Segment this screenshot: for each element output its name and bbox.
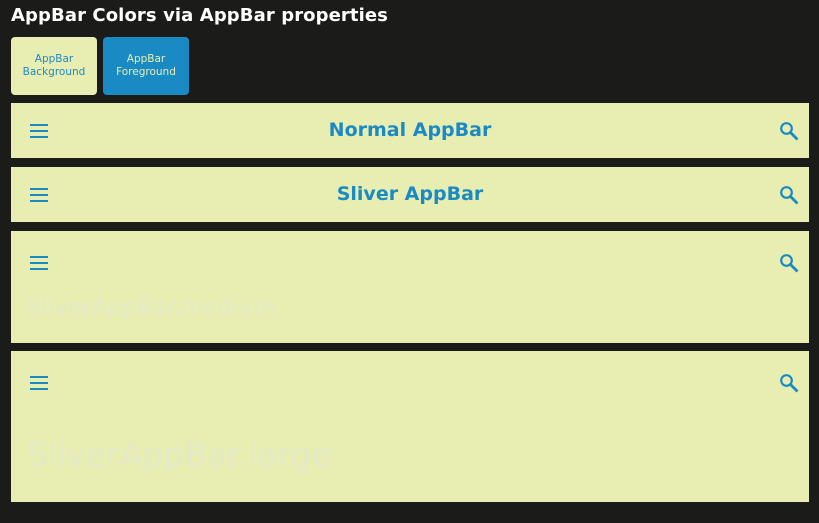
normal-appbar: Normal AppBar — [11, 103, 809, 158]
medium-appbar-menu-button[interactable] — [21, 245, 57, 281]
normal-appbar-search-button[interactable] — [771, 113, 807, 149]
sliver-appbar-title: Sliver AppBar — [336, 183, 484, 205]
appbar-background-color-button[interactable]: AppBar Background — [11, 37, 97, 95]
menu-icon — [30, 188, 48, 202]
sliver-appbar: Sliver AppBar — [11, 167, 809, 222]
appbar-foreground-color-button[interactable]: AppBar Foreground — [103, 37, 189, 95]
appbar-background-label-line2: Background — [22, 66, 86, 78]
medium-appbar-search-button[interactable] — [771, 245, 807, 281]
menu-icon — [30, 256, 48, 270]
normal-appbar-title: Normal AppBar — [328, 119, 492, 141]
appbar-foreground-label-line2: Foreground — [116, 66, 176, 78]
search-icon — [780, 186, 799, 205]
search-icon — [780, 374, 799, 393]
large-appbar-title: SliverAppBar.large — [27, 435, 332, 474]
medium-appbar-title: SliverAppBar.medium — [27, 295, 276, 321]
large-appbar-menu-button[interactable] — [21, 365, 57, 401]
appbar-background-label-line1: AppBar — [34, 53, 74, 65]
sliver-appbar-search-button[interactable] — [771, 177, 807, 213]
menu-icon — [30, 124, 48, 138]
sliver-appbar-medium: SliverAppBar.medium — [11, 231, 809, 343]
appbar-foreground-label-line1: AppBar — [126, 53, 166, 65]
page-title: AppBar Colors via AppBar properties — [11, 5, 388, 26]
normal-appbar-menu-button[interactable] — [21, 113, 57, 149]
sliver-appbar-large: SliverAppBar.large — [11, 351, 809, 502]
sliver-appbar-menu-button[interactable] — [21, 177, 57, 213]
menu-icon — [30, 376, 48, 390]
large-appbar-search-button[interactable] — [771, 365, 807, 401]
search-icon — [780, 254, 799, 273]
search-icon — [780, 122, 799, 141]
